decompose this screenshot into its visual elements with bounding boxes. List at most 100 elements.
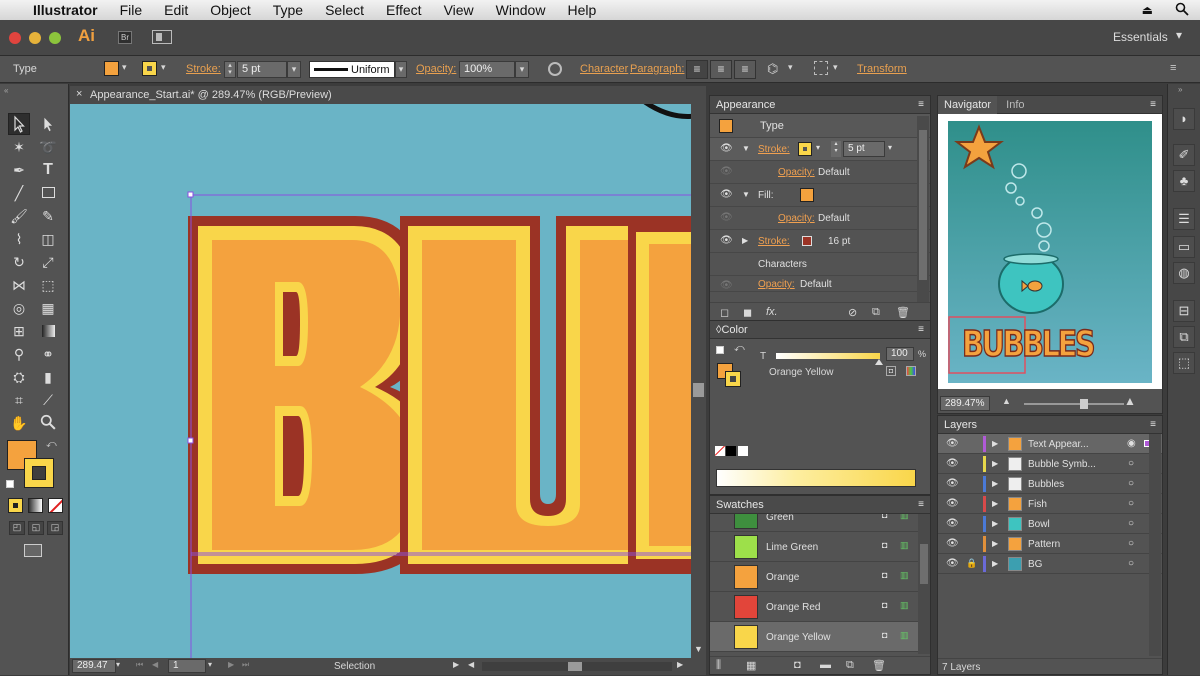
stroke-weight-input[interactable]: 5 pt [237,61,287,78]
symbol-sprayer-tool-icon[interactable]: ⛭ [10,368,28,386]
previous-artboard-icon[interactable]: ◀ [152,660,158,669]
align-right-icon[interactable]: ≡ [734,60,756,79]
transform-panel-link[interactable]: Transform [857,63,907,75]
layer-name[interactable]: Bubble Symb... [1028,459,1096,470]
horizontal-scrollbar[interactable] [482,662,672,671]
zoom-in-icon[interactable]: ▲ [1124,394,1136,408]
layer-target-icon[interactable]: ○ [1128,478,1134,489]
navigator-zoom-slider-handle[interactable] [1080,399,1088,409]
black-color-swatch[interactable] [726,446,736,456]
none-mode-button[interactable] [48,498,63,513]
minimize-window-button[interactable] [29,32,41,44]
white-color-swatch[interactable] [738,446,748,456]
layer-target-icon[interactable]: ○ [1128,458,1134,469]
new-swatch-icon[interactable]: ⧉ [846,659,854,672]
stroke-swatch-2[interactable] [802,236,812,246]
new-color-group-icon[interactable]: ▬ [820,659,831,671]
pathfinder-panel-icon[interactable]: ⧉ [1173,326,1195,348]
zoom-tool-icon[interactable] [39,414,57,432]
menu-view[interactable]: View [433,2,485,18]
collapse-arrows-icon[interactable]: « [4,86,8,95]
panel-menu-icon[interactable]: ≡ [918,321,924,339]
default-fill-stroke-icon[interactable] [6,480,14,488]
visibility-eye-icon[interactable]: 👁 [946,498,959,509]
artboard-number-input[interactable]: 1 [168,659,206,673]
horizontal-scroll-thumb[interactable] [568,662,582,671]
artboard-tool-icon[interactable]: ⌗ [10,391,28,409]
color-mode-button[interactable] [8,498,23,513]
out-of-gamut-icon[interactable]: ◘ [886,366,896,376]
visibility-eye-icon[interactable]: 👁 [946,438,959,449]
eyedropper-tool-icon[interactable]: ⚲ [10,345,28,363]
menu-effect[interactable]: Effect [375,2,433,18]
menu-edit[interactable]: Edit [153,2,199,18]
type-tool-icon[interactable]: T [39,161,57,179]
color-tab[interactable]: ◊Color [716,324,748,336]
swap-colors-icon[interactable]: ⤺ [734,343,745,354]
lasso-tool-icon[interactable]: ➰ [39,138,57,156]
appearance-opacity-row-1[interactable]: 👁 Opacity: Default [710,161,930,184]
next-artboard-icon[interactable]: ▶ [228,660,234,669]
last-artboard-icon[interactable]: ⏭ [242,660,249,670]
workspace-switcher[interactable]: Essentials [1113,30,1168,44]
appearance-object-row[interactable]: Type [710,114,930,138]
appearance-scrollbar[interactable] [917,116,929,302]
artboard-canvas[interactable] [70,104,691,658]
eraser-tool-icon[interactable]: ◫ [39,230,57,248]
chevron-down-icon[interactable]: ▾ [122,62,127,73]
tint-slider-handle[interactable] [875,359,883,365]
swap-fill-stroke-icon[interactable]: ⤺ [46,439,57,450]
swatch-row[interactable]: Orange Red ◘ ▥ [710,592,918,622]
brushes-panel-icon[interactable]: ✐ [1173,144,1195,166]
info-tab[interactable]: Info [1000,99,1030,111]
shape-builder-tool-icon[interactable]: ◎ [10,299,28,317]
fill-color-swatch[interactable] [104,61,119,76]
gradient-mode-button[interactable] [28,498,43,513]
free-transform-tool-icon[interactable]: ⬚ [39,276,57,294]
width-tool-icon[interactable]: ⋈ [10,276,28,294]
menu-type[interactable]: Type [262,2,314,18]
visibility-eye-icon[interactable]: 👁 [720,166,733,177]
artboard-dropdown-icon[interactable]: ▾ [208,660,212,669]
draw-inside-icon[interactable]: ◲ [47,521,63,535]
gradient-panel-icon[interactable]: ▭ [1173,236,1195,258]
stroke-color-swatch[interactable] [142,61,157,76]
layers-scrollbar[interactable] [1149,434,1161,656]
appearance-characters-row[interactable]: Characters [710,253,930,276]
layer-target-icon[interactable]: ○ [1128,518,1134,529]
layer-row-bubble-symbol[interactable]: 👁 ▶ Bubble Symb... ○ [938,454,1162,474]
swatch-row-selected[interactable]: Orange Yellow ◘ ▥ [710,622,918,652]
expand-triangle-icon[interactable]: ▶ [992,439,998,448]
transparency-panel-icon[interactable]: ◍ [1173,262,1195,284]
chevron-down-icon[interactable]: ▾ [788,62,793,73]
stroke-label-link[interactable]: Stroke: [186,63,221,75]
panel-menu-icon[interactable]: ≡ [918,96,924,114]
tint-value-input[interactable]: 100 [886,347,914,361]
selection-tool-icon[interactable] [8,113,30,135]
zoom-level-input[interactable]: 289.47 [72,659,116,673]
expand-triangle-icon[interactable]: ▼ [742,190,750,199]
stroke-link-2[interactable]: Stroke: [758,236,790,247]
menu-help[interactable]: Help [556,2,607,18]
swatch-libraries-menu-icon[interactable]: ⫼ [716,659,721,672]
stroke-swatch[interactable] [798,142,812,156]
document-tab-title[interactable]: Appearance_Start.ai* @ 289.47% (RGB/Prev… [90,89,332,101]
chevron-down-icon[interactable]: ▾ [1176,28,1182,42]
graphic-styles-panel-icon[interactable]: ☰ [1173,208,1195,230]
layer-name[interactable]: Bowl [1028,519,1050,530]
hand-tool-icon[interactable]: ✋ [10,414,28,432]
zoom-out-icon[interactable]: ▲ [1002,396,1011,406]
blend-tool-icon[interactable]: ⚭ [39,345,57,363]
stroke-panel-icon[interactable]: ◗ [1173,108,1195,130]
menu-object[interactable]: Object [199,2,261,18]
bridge-button[interactable]: Br [118,31,132,44]
layer-row-bg[interactable]: 👁 🔒 ▶ BG ○ [938,554,1162,574]
stroke-profile-dropdown[interactable]: ▾ [395,61,407,78]
menu-file[interactable]: File [109,2,154,18]
layer-target-icon[interactable]: ○ [1128,558,1134,569]
swatch-row[interactable]: Green ◘ ▥ [710,514,918,532]
visibility-eye-icon[interactable]: 👁 [720,189,733,200]
layer-target-icon[interactable]: ○ [1128,538,1134,549]
menu-select[interactable]: Select [314,2,375,18]
visibility-eye-icon[interactable]: 👁 [946,538,959,549]
